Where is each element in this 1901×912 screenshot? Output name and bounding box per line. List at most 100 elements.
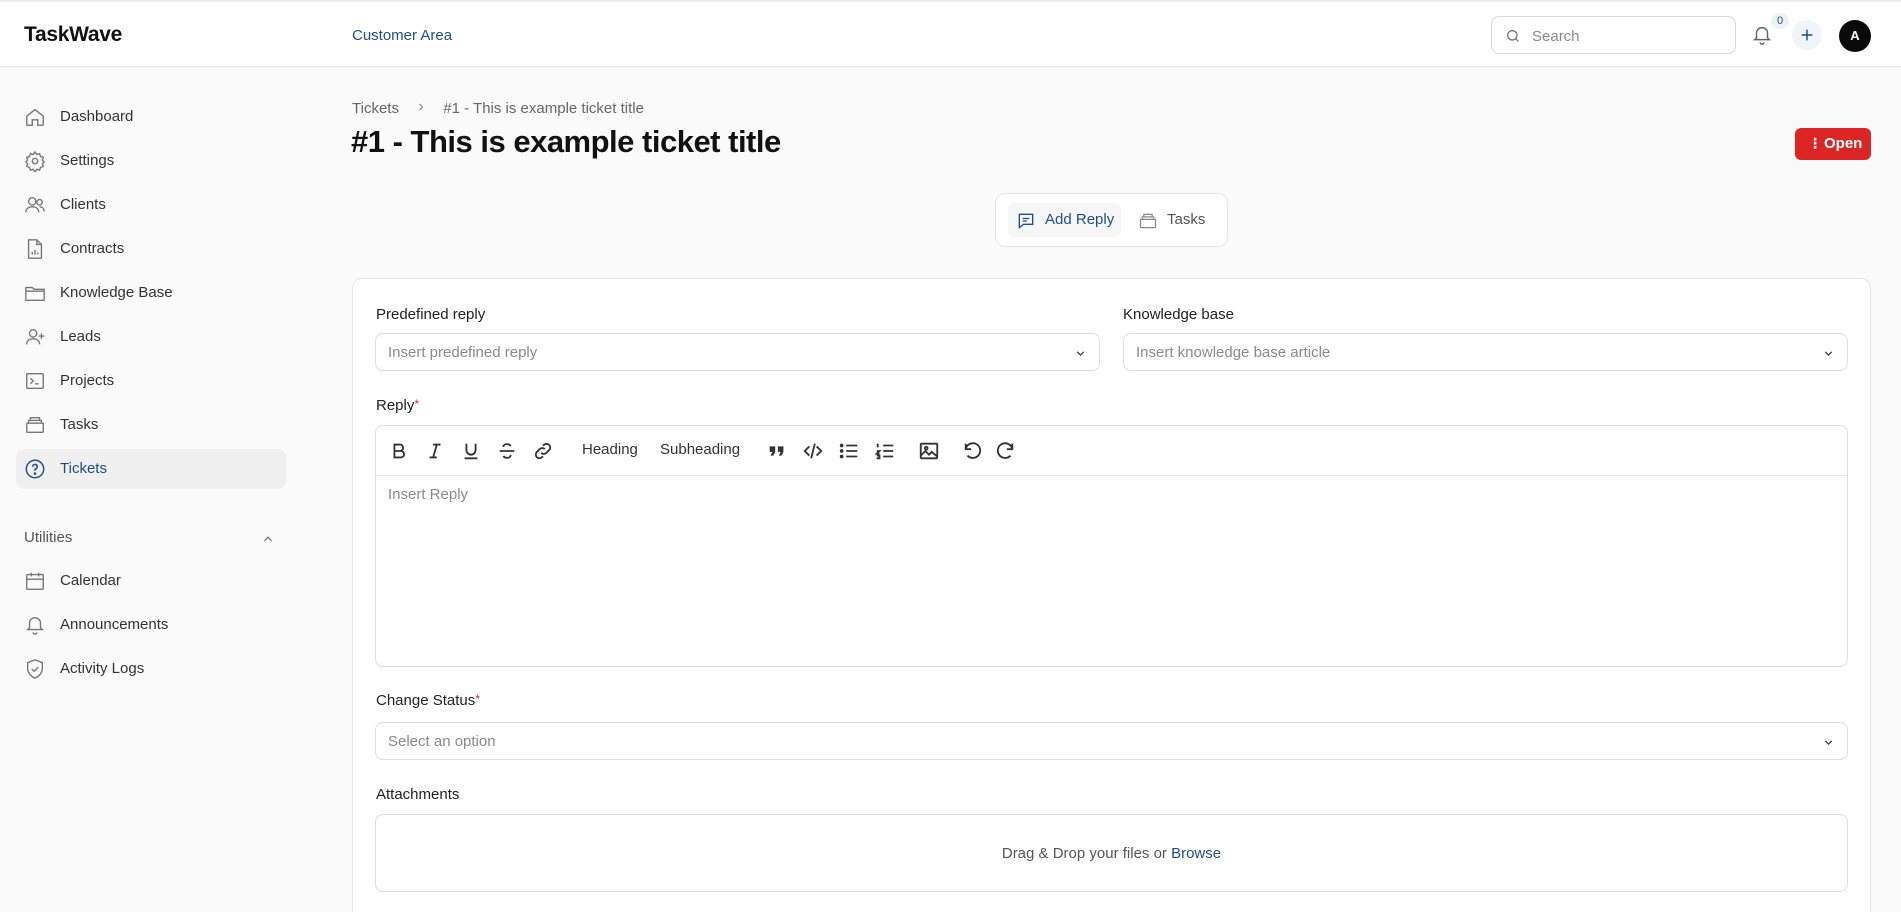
sidebar-item-label: Contracts [60,240,125,257]
tab-label: Add Reply [1045,211,1115,228]
strikethrough-icon[interactable] [496,440,518,462]
chevron-down-icon [1076,351,1085,357]
chevron-down-icon [1824,740,1833,746]
tab-add-reply[interactable]: Add Reply [1008,203,1121,237]
vertical-dots-icon: ⋮ [1808,135,1822,151]
redo-icon[interactable] [994,440,1016,462]
calendar-icon [26,572,44,590]
user-avatar[interactable]: A [1839,20,1871,52]
bullet-list-icon[interactable] [838,440,860,462]
search-input[interactable] [1532,25,1727,47]
code-icon[interactable] [802,440,824,462]
knowledge-base-label: Knowledge base [1123,306,1234,323]
dropzone-text: Drag & Drop your files or Browse [376,845,1847,862]
folder-icon [25,286,45,302]
sidebar: Dashboard Settings Clients Contracts Kno… [0,67,300,912]
notification-count-badge: 0 [1771,13,1789,29]
bell-icon [26,617,44,635]
tab-tasks[interactable]: Tasks [1130,203,1214,237]
sidebar-item-label: Announcements [60,616,169,633]
select-placeholder: Insert knowledge base article [1136,344,1331,361]
gear-icon [24,150,46,172]
users-icon [25,196,45,213]
attachments-label: Attachments [376,786,460,803]
sidebar-item-label: Tickets [60,460,107,477]
chevron-down-icon [1824,351,1833,357]
breadcrumb-current: #1 - This is example ticket title [443,99,644,117]
create-button[interactable] [1792,20,1822,50]
plus-icon [1801,29,1813,41]
user-plus-icon [26,328,45,345]
document-chart-icon [27,239,43,259]
terminal-icon [26,372,44,390]
reply-label: Reply* [376,397,419,414]
numbered-list-icon[interactable] [874,440,896,462]
underline-icon[interactable] [460,440,482,462]
customer-area-link[interactable]: Customer Area [352,27,452,44]
sidebar-item-knowledge-base[interactable]: Knowledge Base [16,273,286,313]
sidebar-item-activity-logs[interactable]: Activity Logs [16,649,286,689]
subheading-button[interactable]: Subheading [660,441,740,458]
sidebar-item-label: Activity Logs [60,660,145,677]
sidebar-item-leads[interactable]: Leads [16,317,286,357]
notifications-bell-icon[interactable] [1751,24,1773,46]
italic-icon[interactable] [424,440,446,462]
knowledge-base-select[interactable]: Insert knowledge base article [1123,333,1848,371]
page-title: #1 - This is example ticket title [351,124,781,159]
chevron-up-icon[interactable] [261,532,275,546]
sidebar-item-label: Projects [60,372,115,389]
sidebar-item-contracts[interactable]: Contracts [16,229,286,269]
select-placeholder: Insert predefined reply [388,344,538,361]
quote-icon[interactable] [766,440,788,462]
image-icon[interactable] [918,440,940,462]
breadcrumb-parent-link[interactable]: Tickets [352,100,399,117]
ticket-tabs: Add Reply Tasks [995,193,1228,247]
change-status-select[interactable]: Select an option [375,722,1848,760]
sidebar-item-label: Leads [60,328,101,345]
breadcrumb: Tickets #1 - This is example ticket titl… [352,99,644,117]
predefined-reply-label: Predefined reply [376,306,486,323]
select-placeholder: Select an option [388,733,496,750]
browse-link[interactable]: Browse [1171,845,1221,862]
sidebar-item-label: Calendar [60,572,121,589]
sidebar-item-label: Clients [60,196,106,213]
sidebar-item-label: Knowledge Base [60,284,173,301]
sidebar-item-tasks[interactable]: Tasks [16,405,286,445]
top-bar: TaskWave Customer Area 0 A [0,0,1901,67]
editor-toolbar: Heading Subheading [376,426,1847,476]
link-icon[interactable] [532,440,554,462]
reply-editor[interactable]: Heading Subheading Insert Reply [375,425,1848,667]
change-status-label: Change Status* [376,692,480,709]
sidebar-item-calendar[interactable]: Calendar [16,561,286,601]
sidebar-item-projects[interactable]: Projects [16,361,286,401]
reply-form-card: Predefined reply Insert predefined reply… [352,278,1871,912]
sidebar-item-announcements[interactable]: Announcements [16,605,286,645]
tab-label: Tasks [1167,211,1206,228]
attachments-dropzone[interactable]: Drag & Drop your files or Browse [375,814,1848,892]
predefined-reply-select[interactable]: Insert predefined reply [375,333,1100,371]
change-status-label-text: Change Status [376,692,476,709]
search-box[interactable] [1491,16,1736,54]
undo-icon[interactable] [962,440,984,462]
required-mark: * [414,397,420,411]
app-logo[interactable]: TaskWave [24,23,122,47]
chevron-right-icon [415,100,427,117]
shield-check-icon [26,659,44,679]
status-open-button[interactable]: ⋮ Open [1795,128,1871,160]
heading-button[interactable]: Heading [582,441,638,458]
utilities-section-title[interactable]: Utilities [24,529,72,546]
sidebar-item-tickets[interactable]: Tickets [16,449,286,489]
sidebar-item-label: Dashboard [60,108,134,125]
sidebar-item-clients[interactable]: Clients [16,185,286,225]
sidebar-item-dashboard[interactable]: Dashboard [16,97,286,137]
home-icon [26,108,44,126]
bold-icon[interactable] [388,440,410,462]
reply-label-text: Reply [376,397,415,414]
stack-icon [1139,213,1157,229]
sidebar-item-settings[interactable]: Settings [16,141,286,181]
reply-editor-placeholder: Insert Reply [388,486,469,503]
stack-icon [26,416,44,434]
question-circle-icon [25,459,45,479]
status-button-label: Open [1824,135,1863,152]
sidebar-item-label: Tasks [60,416,99,433]
